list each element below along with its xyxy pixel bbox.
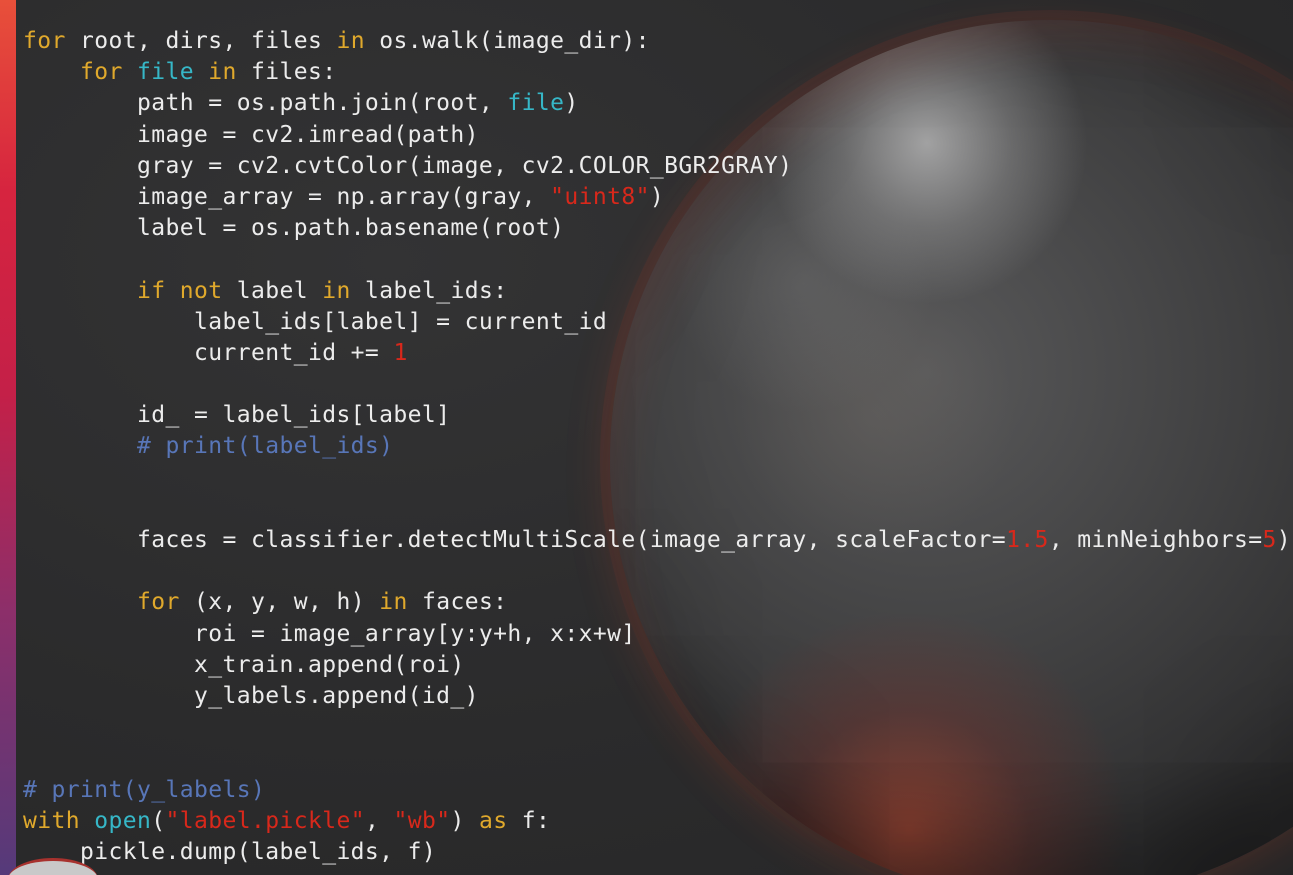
code-token-keyword: in (336, 28, 365, 54)
code-token-keyword: for (23, 28, 66, 54)
code-token-keyword: with (23, 807, 80, 834)
code-line: gray = cv2.cvtColor(image, cv2.COLOR_BGR… (23, 151, 1291, 182)
code-line: image_array = np.array(gray, "uint8") (23, 182, 1291, 213)
side-accent-strip (0, 0, 16, 875)
code-line: # print(y_labels) (23, 775, 1291, 806)
code-line: label_ids[label] = current_id (23, 307, 1291, 338)
code-line: for file in files: (23, 57, 1291, 88)
code-line: for root, dirs, files in os.walk(image_d… (23, 26, 1291, 57)
code-token-text: y_labels.append(id_) (23, 682, 479, 709)
code-token-text: root, dirs, files (65, 28, 337, 54)
code-token-comment: # print(label_ids) (23, 433, 394, 460)
code-line: faces = classifier.detectMultiScale(imag… (23, 525, 1291, 556)
code-token-text: label_ids[label] = current_id (23, 308, 608, 335)
code-token-string-literal: "label.pickle" (165, 807, 365, 834)
code-line: x_train.append(roi) (23, 650, 1291, 681)
code-token-text: faces = classifier.detectMultiScale(imag… (23, 527, 1007, 553)
code-token-builtin: open (94, 807, 152, 834)
code-line: path = os.path.join(root, file) (23, 88, 1291, 119)
code-token-builtin: file (137, 59, 194, 86)
code-token-text: x_train.append(roi) (23, 651, 465, 678)
code-token-text: , (364, 807, 394, 834)
code-token-keyword: in (208, 59, 237, 86)
code-line: id_ = label_ids[label] (23, 400, 1291, 431)
code-token-text: pickle.dump(label_ids, f) (23, 838, 437, 865)
code-token-text: ) (1276, 527, 1292, 553)
code-line: y_labels.append(id_) (23, 681, 1291, 712)
code-token-text: ( (151, 807, 166, 834)
code-token-text: image = cv2.imread(path) (23, 121, 479, 148)
code-token-keyword: for (80, 59, 123, 86)
code-token-comment: # print(y_labels) (23, 776, 266, 803)
code-token-text: , minNeighbors= (1048, 527, 1263, 553)
code-token-number-literal: 1.5 (1006, 527, 1049, 553)
code-line: image = cv2.imread(path) (23, 120, 1291, 151)
code-token-keyword: if (136, 277, 166, 304)
code-token-text: label = os.path.basename(root) (23, 215, 565, 242)
code-token-text: ) (450, 807, 479, 834)
code-token-keyword: in (379, 589, 408, 616)
code-block: for root, dirs, files in os.walk(image_d… (23, 26, 1291, 868)
code-token-string-literal: "uint8" (550, 183, 650, 210)
code-token-text: (x, y, w, h) (179, 589, 380, 616)
code-token-text: f: (507, 807, 551, 834)
code-token-text: ) (564, 90, 579, 117)
code-token-text: gray = cv2.cvtColor(image, cv2.COLOR_BGR… (23, 152, 793, 179)
code-token-string-literal: "wb" (393, 807, 451, 834)
code-line: # print(label_ids) (23, 431, 1291, 462)
code-token-text: os.walk(image_dir): (364, 28, 650, 54)
code-line: if not label in label_ids: (23, 276, 1291, 307)
code-line: roi = image_array[y:y+h, x:x+w] (23, 619, 1291, 650)
code-token-number-literal: 1 (393, 339, 408, 366)
code-token-text: path = os.path.join(root, (23, 90, 508, 117)
code-token-keyword: as (478, 807, 508, 834)
code-line: label = os.path.basename(root) (23, 213, 1291, 244)
code-token-keyword: in (322, 277, 351, 304)
code-token-text: ) (649, 183, 665, 210)
code-token-text: roi = image_array[y:y+h, x:x+w] (23, 620, 636, 647)
code-line: with open("label.pickle", "wb") as f: (23, 806, 1291, 837)
code-token-keyword: not (179, 277, 223, 304)
video-frame: for root, dirs, files in os.walk(image_d… (0, 0, 1293, 875)
code-line: for (x, y, w, h) in faces: (23, 587, 1291, 618)
code-token-text: label (222, 277, 323, 304)
code-token-text: faces: (407, 589, 508, 616)
code-token-number-literal: 5 (1262, 527, 1277, 553)
code-line: pickle.dump(label_ids, f) (23, 837, 1291, 868)
code-token-text: id_ = label_ids[label] (23, 402, 451, 429)
code-token-text: current_id += (23, 339, 394, 366)
code-token-text: image_array = np.array(gray, (23, 183, 551, 210)
code-token-builtin: file (507, 90, 565, 117)
code-token-text: label_ids: (350, 277, 508, 304)
code-line: current_id += 1 (23, 338, 1291, 369)
code-token-keyword: for (136, 589, 180, 616)
code-token-text: files: (236, 59, 337, 86)
